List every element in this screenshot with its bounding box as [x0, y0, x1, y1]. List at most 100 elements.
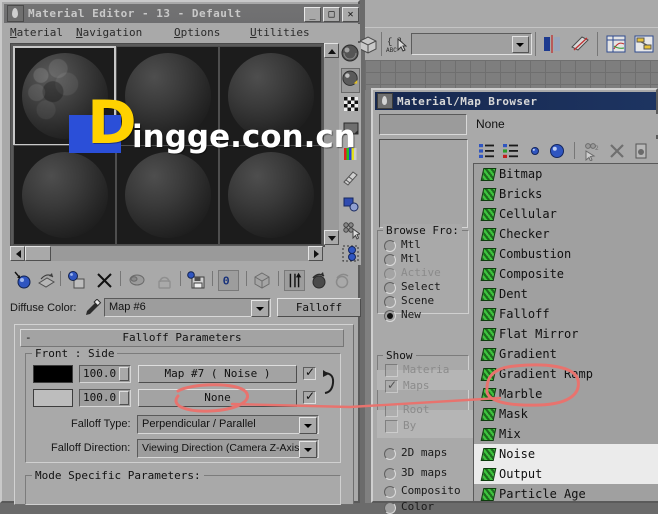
- chevron-down-icon[interactable]: [299, 417, 317, 434]
- falloff-type-dropdown[interactable]: Perpendicular / Parallel: [137, 415, 319, 434]
- minimize-button[interactable]: _: [304, 7, 321, 22]
- falloff-direction-dropdown[interactable]: Viewing Direction (Camera Z-Axis): [137, 439, 319, 458]
- front-amount-spinner[interactable]: 100.0: [79, 365, 131, 383]
- map-type-button[interactable]: Falloff: [277, 298, 361, 317]
- show-map-in-viewport-icon[interactable]: [252, 270, 273, 291]
- show-checkbox-maps[interactable]: [385, 378, 398, 393]
- swap-arrow-icon[interactable]: [320, 369, 338, 397]
- sample-slot-2[interactable]: [116, 46, 219, 146]
- put-to-library-icon[interactable]: [186, 270, 207, 291]
- side-map-button[interactable]: None: [138, 389, 297, 407]
- material-editor-horizontal-toolbar[interactable]: 0: [6, 267, 358, 295]
- chevron-down-icon[interactable]: [251, 300, 269, 317]
- side-color-swatch[interactable]: [33, 389, 73, 407]
- list-item[interactable]: Bitmap: [474, 164, 658, 184]
- list-item[interactable]: Checker: [474, 224, 658, 244]
- put-to-scene-icon[interactable]: [36, 270, 57, 291]
- list-item[interactable]: Composite: [474, 264, 658, 284]
- material-editor-menu-bar[interactable]: MMaterialaterial Navigation Options Util…: [4, 24, 360, 41]
- options-icon[interactable]: [341, 193, 360, 218]
- reset-map-icon[interactable]: [94, 270, 115, 291]
- material-editor-vertical-toolbar[interactable]: [340, 43, 362, 268]
- map-name-combo[interactable]: Map #6: [104, 298, 271, 317]
- eyedropper-icon[interactable]: [84, 299, 102, 317]
- sample-type-sphere-icon[interactable]: [341, 43, 360, 68]
- menu-options[interactable]: Options: [174, 26, 220, 39]
- sample-slots-grid[interactable]: [10, 43, 325, 247]
- clear-material-library-icon[interactable]: [631, 141, 651, 161]
- named-selection-sets-combo[interactable]: [411, 33, 532, 55]
- make-unique-icon[interactable]: [154, 270, 175, 291]
- filter-radio-compositors[interactable]: [384, 486, 396, 498]
- curve-editor-icon[interactable]: [605, 33, 627, 55]
- slots-horizontal-scrollbar[interactable]: [10, 246, 323, 261]
- chevron-down-icon[interactable]: [512, 36, 529, 53]
- spinner-arrows-icon[interactable]: [119, 391, 129, 405]
- list-item[interactable]: Gradient: [474, 344, 658, 364]
- go-to-parent-icon[interactable]: [308, 270, 329, 291]
- align-icon[interactable]: [569, 33, 591, 55]
- max-menu-bar[interactable]: [365, 5, 658, 27]
- filter-radio-3d-maps[interactable]: [384, 468, 396, 480]
- sample-slot-1[interactable]: [13, 46, 116, 146]
- spinner-arrows-icon[interactable]: [119, 367, 129, 381]
- video-color-check-icon[interactable]: [341, 143, 360, 168]
- sample-slot-4[interactable]: [13, 145, 116, 245]
- show-checkbox-root-only[interactable]: [385, 404, 398, 417]
- mirror-icon[interactable]: [541, 33, 563, 55]
- view-list-icon[interactable]: [477, 141, 497, 161]
- filter-radio-color-mods[interactable]: [384, 502, 396, 514]
- list-item[interactable]: Dent: [474, 284, 658, 304]
- maximize-button[interactable]: □: [323, 7, 340, 22]
- list-item[interactable]: Flat Mirror: [474, 324, 658, 344]
- browser-toolbar[interactable]: 2: [473, 139, 658, 163]
- sample-slot-6[interactable]: [219, 145, 322, 245]
- delete-from-library-icon[interactable]: [607, 141, 627, 161]
- filter-radio-2d-maps[interactable]: [384, 448, 396, 460]
- browse-from-radio-selected[interactable]: [384, 282, 396, 294]
- list-item[interactable]: Combustion: [474, 244, 658, 264]
- list-item-output[interactable]: Output: [474, 464, 658, 484]
- material-effects-channel-icon[interactable]: 0: [218, 270, 239, 291]
- list-item[interactable]: Gradient Ramp: [474, 364, 658, 384]
- browse-from-radio-mtl-library[interactable]: [384, 240, 396, 252]
- close-button[interactable]: ✕: [342, 7, 359, 22]
- show-checkbox-by-object[interactable]: [385, 420, 398, 433]
- sample-slot-3[interactable]: [219, 46, 322, 146]
- material-id-channel-icon[interactable]: [341, 243, 360, 268]
- material-editor-titlebar[interactable]: Material Editor - 13 - Default _ □ ✕: [4, 4, 360, 23]
- list-item[interactable]: Bricks: [474, 184, 658, 204]
- list-item[interactable]: Marble: [474, 384, 658, 404]
- scroll-up-button[interactable]: [324, 43, 339, 58]
- make-material-copy-icon[interactable]: [126, 270, 147, 291]
- get-material-icon[interactable]: [12, 270, 33, 291]
- background-checker-icon[interactable]: [341, 93, 360, 118]
- abc-select-icon[interactable]: { } ABC: [385, 33, 407, 55]
- slots-vertical-scrollbar[interactable]: [324, 43, 339, 245]
- make-preview-icon[interactable]: [341, 168, 360, 193]
- list-item[interactable]: Mix: [474, 424, 658, 444]
- side-map-enable-checkbox[interactable]: [303, 389, 316, 404]
- material-editor-window[interactable]: Material Editor - 13 - Default _ □ ✕ MMa…: [0, 0, 362, 505]
- material-map-browser-window[interactable]: Material/Map Browser None 2 Browse Fro: …: [371, 88, 658, 514]
- scroll-down-button[interactable]: [324, 230, 339, 245]
- view-list-icons-icon[interactable]: [501, 141, 521, 161]
- max-main-toolbar[interactable]: { } ABC: [359, 27, 658, 61]
- front-color-swatch[interactable]: [33, 365, 73, 383]
- view-small-icons-icon[interactable]: [525, 141, 545, 161]
- scroll-right-button[interactable]: [308, 246, 323, 261]
- front-map-enable-checkbox[interactable]: [303, 365, 316, 380]
- diffuse-color-row[interactable]: Diffuse Color: Map #6 Falloff: [6, 298, 361, 320]
- front-map-button[interactable]: Map #7 ( Noise ): [138, 365, 297, 383]
- list-item[interactable]: Particle Age: [474, 484, 658, 501]
- browser-name-field[interactable]: [379, 114, 467, 135]
- hscroll-thumb[interactable]: [25, 246, 51, 261]
- browser-titlebar[interactable]: Material/Map Browser: [375, 92, 656, 110]
- side-amount-spinner[interactable]: 100.0: [79, 389, 131, 407]
- backlight-icon[interactable]: [341, 68, 360, 93]
- sample-slot-5[interactable]: [116, 145, 219, 245]
- list-item[interactable]: Mask: [474, 404, 658, 424]
- browse-from-radio-active-slot[interactable]: [384, 268, 396, 280]
- go-forward-to-sibling-icon[interactable]: [332, 270, 353, 291]
- view-large-icons-icon[interactable]: [547, 141, 567, 161]
